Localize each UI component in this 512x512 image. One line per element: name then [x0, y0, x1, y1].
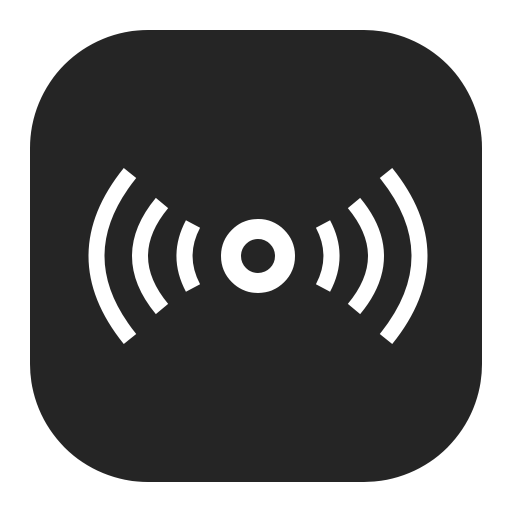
signal-center-dot-icon — [221, 219, 295, 293]
broadcast-signal-icon — [88, 167, 428, 345]
icon-canvas — [0, 0, 512, 512]
signal-wave-left-outer-icon — [88, 167, 137, 345]
signal-wave-left-inner-icon — [176, 220, 201, 292]
signal-wave-right-inner-icon — [315, 220, 340, 292]
signal-wave-right-middle-icon — [347, 197, 384, 315]
signal-wave-left-middle-icon — [132, 197, 169, 315]
signal-wave-right-outer-icon — [379, 167, 428, 345]
